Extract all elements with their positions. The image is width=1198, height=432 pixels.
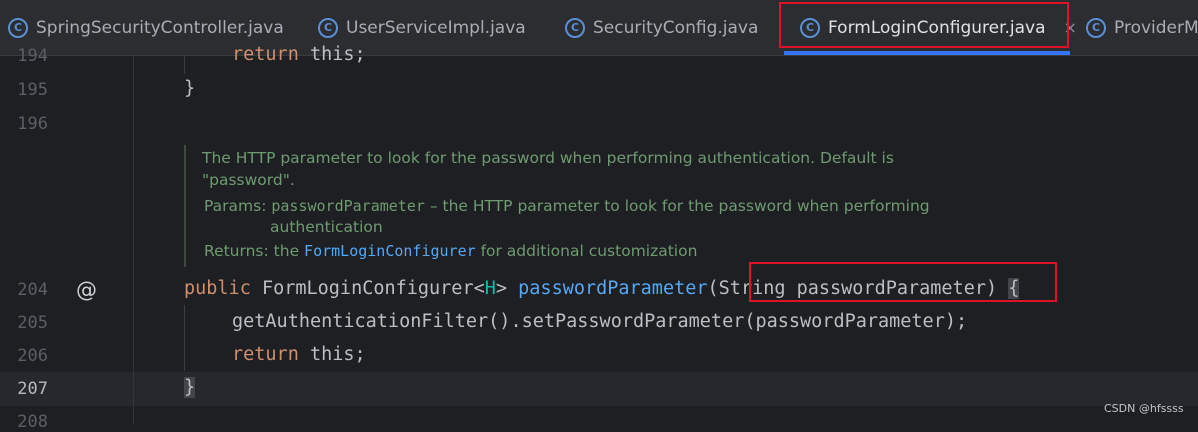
tab-form-login-configurer[interactable]: C FormLoginConfigurer.java × [800,0,1077,55]
tab-label: SecurityConfig.java [593,17,759,38]
tab-provider-manager[interactable]: C ProviderMa [1086,0,1198,55]
matched-brace: { [1008,278,1020,299]
line-number-current: 207 [17,379,48,399]
class-icon: C [1086,17,1106,38]
override-icon[interactable]: @ [76,278,97,302]
doc-param-desc-cont: authentication [270,218,383,236]
class-icon: C [800,17,820,38]
doc-description: The HTTP parameter to look for the passw… [202,149,894,167]
code-line-207: } [184,377,196,398]
line-number: 205 [17,313,48,333]
doc-params: Params: passwordParameter – the HTTP par… [204,197,930,215]
line-number: 194 [17,46,48,66]
doc-returns: Returns: the FormLoginConfigurer for add… [204,242,697,260]
code-text: > [495,278,519,299]
class-icon: C [318,17,338,38]
line-number: 206 [17,346,48,366]
code-line-206: return this; [232,344,366,365]
keyword: public [184,278,251,299]
editor-tab-bar: C SpringSecurityController.java C UserSe… [0,0,1198,56]
watermark: CSDN @hfssss [1104,402,1184,415]
type-parameter: H [484,278,496,299]
doc-returns-post: for additional customization [475,242,698,260]
rendered-javadoc: The HTTP parameter to look for the passw… [184,145,966,267]
code-text: this; [298,344,366,365]
class-icon: C [8,17,28,38]
line-number: 204 [17,280,48,300]
active-tab-underline [784,51,1070,55]
doc-returns-pre: the [273,242,305,260]
code-line-194: return this; [232,44,366,65]
tab-security-config[interactable]: C SecurityConfig.java [565,0,758,55]
indent-guide [184,56,185,74]
keyword: return [232,44,299,65]
doc-params-label: Params: [204,197,267,215]
tab-label: FormLoginConfigurer.java [828,17,1046,38]
close-icon[interactable]: × [1064,18,1077,37]
code-text: this; [298,44,366,65]
doc-param-desc: – the HTTP parameter to look for the pas… [424,197,930,215]
code-line-204: public FormLoginConfigurer<H> passwordPa… [184,278,1020,299]
method-name: passwordParameter [518,278,708,299]
current-line-highlight [0,372,1198,406]
tab-label: UserServiceImpl.java [346,17,526,38]
doc-param-name: passwordParameter [271,197,425,215]
class-icon: C [565,17,585,38]
matched-brace: } [184,377,196,398]
doc-returns-label: Returns: [204,242,269,260]
return-type: FormLoginConfigurer< [250,278,485,299]
method-params: (String passwordParameter) [707,278,998,299]
doc-description-cont: "password". [202,171,295,189]
line-number: 208 [17,412,48,432]
line-number: 196 [17,114,48,134]
code-line-205: getAuthenticationFilter().setPasswordPar… [232,311,968,332]
gutter-divider [133,56,134,425]
line-number: 195 [17,80,48,100]
indent-guide [184,305,185,371]
doc-returns-link[interactable]: FormLoginConfigurer [304,242,476,260]
tab-label: SpringSecurityController.java [36,17,284,38]
keyword: return [232,344,299,365]
tab-label: ProviderMa [1114,17,1198,38]
code-line-195: } [184,78,196,99]
